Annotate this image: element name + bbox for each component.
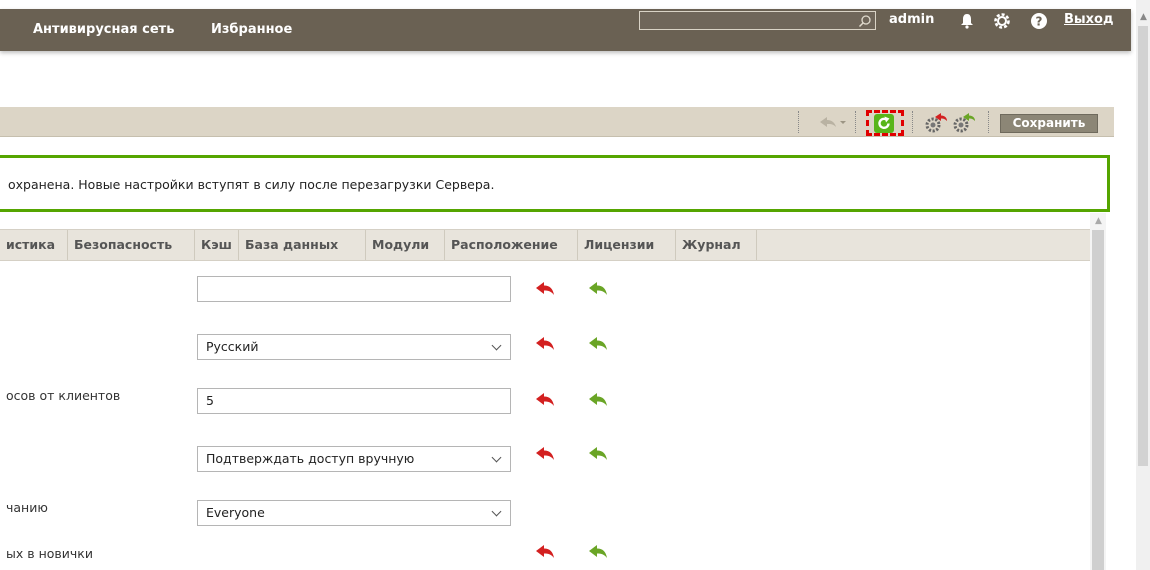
gear-icon[interactable] xyxy=(993,12,1011,30)
undo-dropdown-icon[interactable] xyxy=(818,114,848,130)
bell-icon[interactable] xyxy=(958,12,976,30)
tab-security[interactable]: Безопасность xyxy=(68,230,195,260)
help-icon[interactable]: ? xyxy=(1030,12,1048,30)
page-scrollbar-thumb[interactable] xyxy=(1138,26,1148,466)
apply-settings-icon[interactable] xyxy=(950,111,976,133)
tab-location[interactable]: Расположение xyxy=(445,230,578,260)
search-icon[interactable] xyxy=(858,14,872,28)
nav-antivirus-network[interactable]: Антивирусная сеть xyxy=(33,22,174,37)
svg-text:?: ? xyxy=(1036,15,1043,29)
scroll-up-arrow-icon[interactable]: ▲ xyxy=(1140,12,1147,22)
field-label-client-requests: осов от клиентов xyxy=(6,388,121,403)
toolbar-separator xyxy=(855,111,858,133)
panel-scrollbar-thumb[interactable] xyxy=(1092,230,1104,570)
reset-arrow-icon[interactable] xyxy=(535,281,555,297)
toolbar-separator xyxy=(988,111,991,133)
client-requests-input[interactable]: 5 xyxy=(197,388,511,414)
notification-text: охранена. Новые настройки вступят в силу… xyxy=(8,177,495,192)
default-arrow-icon[interactable] xyxy=(588,544,608,560)
default-group-select[interactable]: Everyone xyxy=(197,500,511,526)
default-arrow-icon[interactable] xyxy=(588,446,608,462)
tab-statistics[interactable]: истика xyxy=(0,230,68,260)
current-user[interactable]: admin xyxy=(889,12,934,27)
tab-cache[interactable]: Кэш xyxy=(195,230,239,260)
save-button[interactable]: Сохранить xyxy=(1000,114,1098,133)
default-arrow-icon[interactable] xyxy=(588,281,608,297)
tab-log[interactable]: Журнал xyxy=(676,230,757,260)
nav-favorites[interactable]: Избранное xyxy=(211,22,292,37)
tab-modules[interactable]: Модули xyxy=(366,230,445,260)
settings-tabs: истика Безопасность Кэш База данных Моду… xyxy=(0,229,1090,261)
text-field-1[interactable] xyxy=(197,276,511,302)
default-arrow-icon[interactable] xyxy=(588,392,608,408)
reset-arrow-icon[interactable] xyxy=(535,446,555,462)
field-label-newbies: ых в новички xyxy=(6,546,93,561)
toolbar-separator xyxy=(912,111,915,133)
default-arrow-icon[interactable] xyxy=(588,336,608,352)
panel-scroll-up-icon[interactable]: ▲ xyxy=(1095,216,1102,226)
field-label-default: чанию xyxy=(6,500,48,515)
access-mode-select[interactable]: Подтверждать доступ вручную xyxy=(197,446,511,472)
language-select[interactable]: Русский xyxy=(197,334,511,360)
search-input[interactable] xyxy=(639,11,876,30)
restore-defaults-icon[interactable] xyxy=(922,111,948,133)
tab-licenses[interactable]: Лицензии xyxy=(578,230,676,260)
highlight-box xyxy=(866,110,904,136)
logout-link[interactable]: Выход xyxy=(1064,12,1113,27)
reset-arrow-icon[interactable] xyxy=(535,544,555,560)
reset-arrow-icon[interactable] xyxy=(535,336,555,352)
tab-database[interactable]: База данных xyxy=(239,230,366,260)
reset-arrow-icon[interactable] xyxy=(535,392,555,408)
toolbar-separator xyxy=(798,111,801,133)
